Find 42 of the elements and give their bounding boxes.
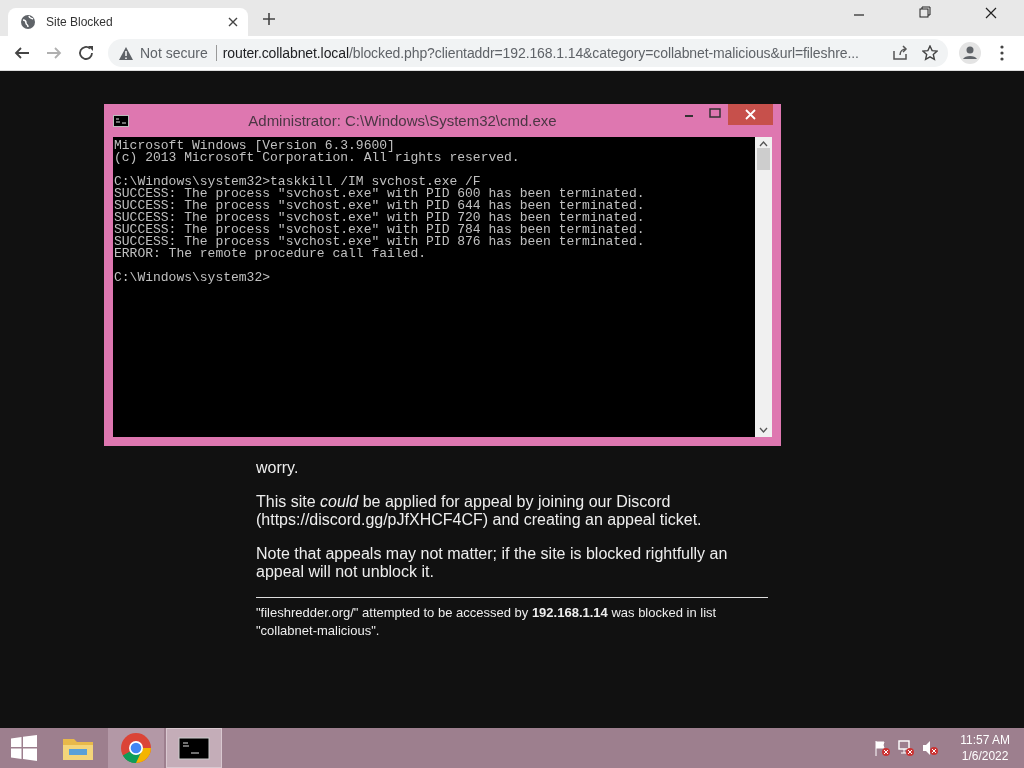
message-paragraph: worry.	[256, 459, 300, 477]
console-line: C:\Windows\system32>taskkill /IM svchost.exe /F	[114, 176, 482, 188]
console-line: Microsoft Windows [Version 6.3.9600]	[114, 140, 396, 152]
windows-logo-icon	[11, 735, 37, 761]
url-text[interactable]: router.collabnet.local/blocked.php?clientaddr=192.168.1.14&category=collabnet-malicious&url=fileshre...	[222, 45, 859, 61]
console-line: (c) 2013 Microsoft Corporation. All rights reserved.	[114, 152, 521, 164]
star-icon[interactable]	[922, 45, 938, 61]
flag-alert-icon[interactable]	[874, 740, 891, 756]
warning-icon	[118, 45, 134, 61]
console-line: SUCCESS: The process "svchost.exe" with PID 600 has been terminated.	[114, 188, 646, 200]
message-paragraph: Note that appeals may not matter; if the site is blocked rightfully an appeal will not unblock it.	[256, 545, 729, 581]
share-icon[interactable]	[892, 45, 908, 61]
close-icon[interactable]	[228, 17, 238, 27]
block-details: "fileshredder.org/" attempted to be accessed by 192.168.1.14 was blocked in list "collabnet-malicious".	[256, 604, 718, 640]
menu-icon[interactable]	[1000, 45, 1004, 61]
console-icon	[113, 114, 129, 127]
scroll-up-icon[interactable]	[759, 141, 768, 147]
scrollbar[interactable]	[755, 137, 772, 437]
browser-tab[interactable]: Site Blocked	[8, 8, 248, 36]
scroll-down-icon[interactable]	[759, 427, 768, 433]
network-alert-icon[interactable]	[898, 740, 915, 756]
console-line: C:\Windows\system32>	[114, 272, 272, 284]
taskbar-button[interactable]	[166, 728, 222, 768]
console-line: SUCCESS: The process "svchost.exe" with PID 644 has been terminated.	[114, 200, 646, 212]
profile-icon[interactable]	[959, 42, 981, 64]
tab-title: Site Blocked	[46, 15, 114, 29]
reload-icon	[77, 44, 95, 62]
new-tab-icon[interactable]	[262, 12, 276, 26]
window-title: Administrator: C:\Windows\System32\cmd.exe	[247, 112, 558, 129]
chrome-icon	[119, 731, 153, 765]
console-line: SUCCESS: The process "svchost.exe" with PID 876 has been terminated.	[114, 236, 646, 248]
security-label[interactable]: Not secure	[140, 45, 217, 61]
console-line: ERROR: The remote procedure call failed.	[114, 248, 428, 260]
console-line: SUCCESS: The process "svchost.exe" with PID 784 has been terminated.	[114, 224, 646, 236]
address-bar[interactable]: Not secure router.collabnet.local/blocked.php?clientaddr=192.168.1.14&category=collabnet-malicious&url=fileshre...	[108, 39, 948, 67]
taskbar-clock[interactable]: 11:57 AM 1/6/2022	[960, 732, 1014, 764]
scrollbar-thumb[interactable]	[757, 148, 770, 170]
console-line: SUCCESS: The process "svchost.exe" with PID 720 has been terminated.	[114, 212, 646, 224]
message-paragraph: This site could be applied for appeal by joining our Discord (https://discord.gg/pJfXHCF4CF) and creating an appeal ticket.	[256, 493, 703, 529]
volume-muted-icon[interactable]	[922, 740, 939, 756]
globe-icon	[20, 14, 36, 30]
close-icon[interactable]	[728, 104, 773, 125]
